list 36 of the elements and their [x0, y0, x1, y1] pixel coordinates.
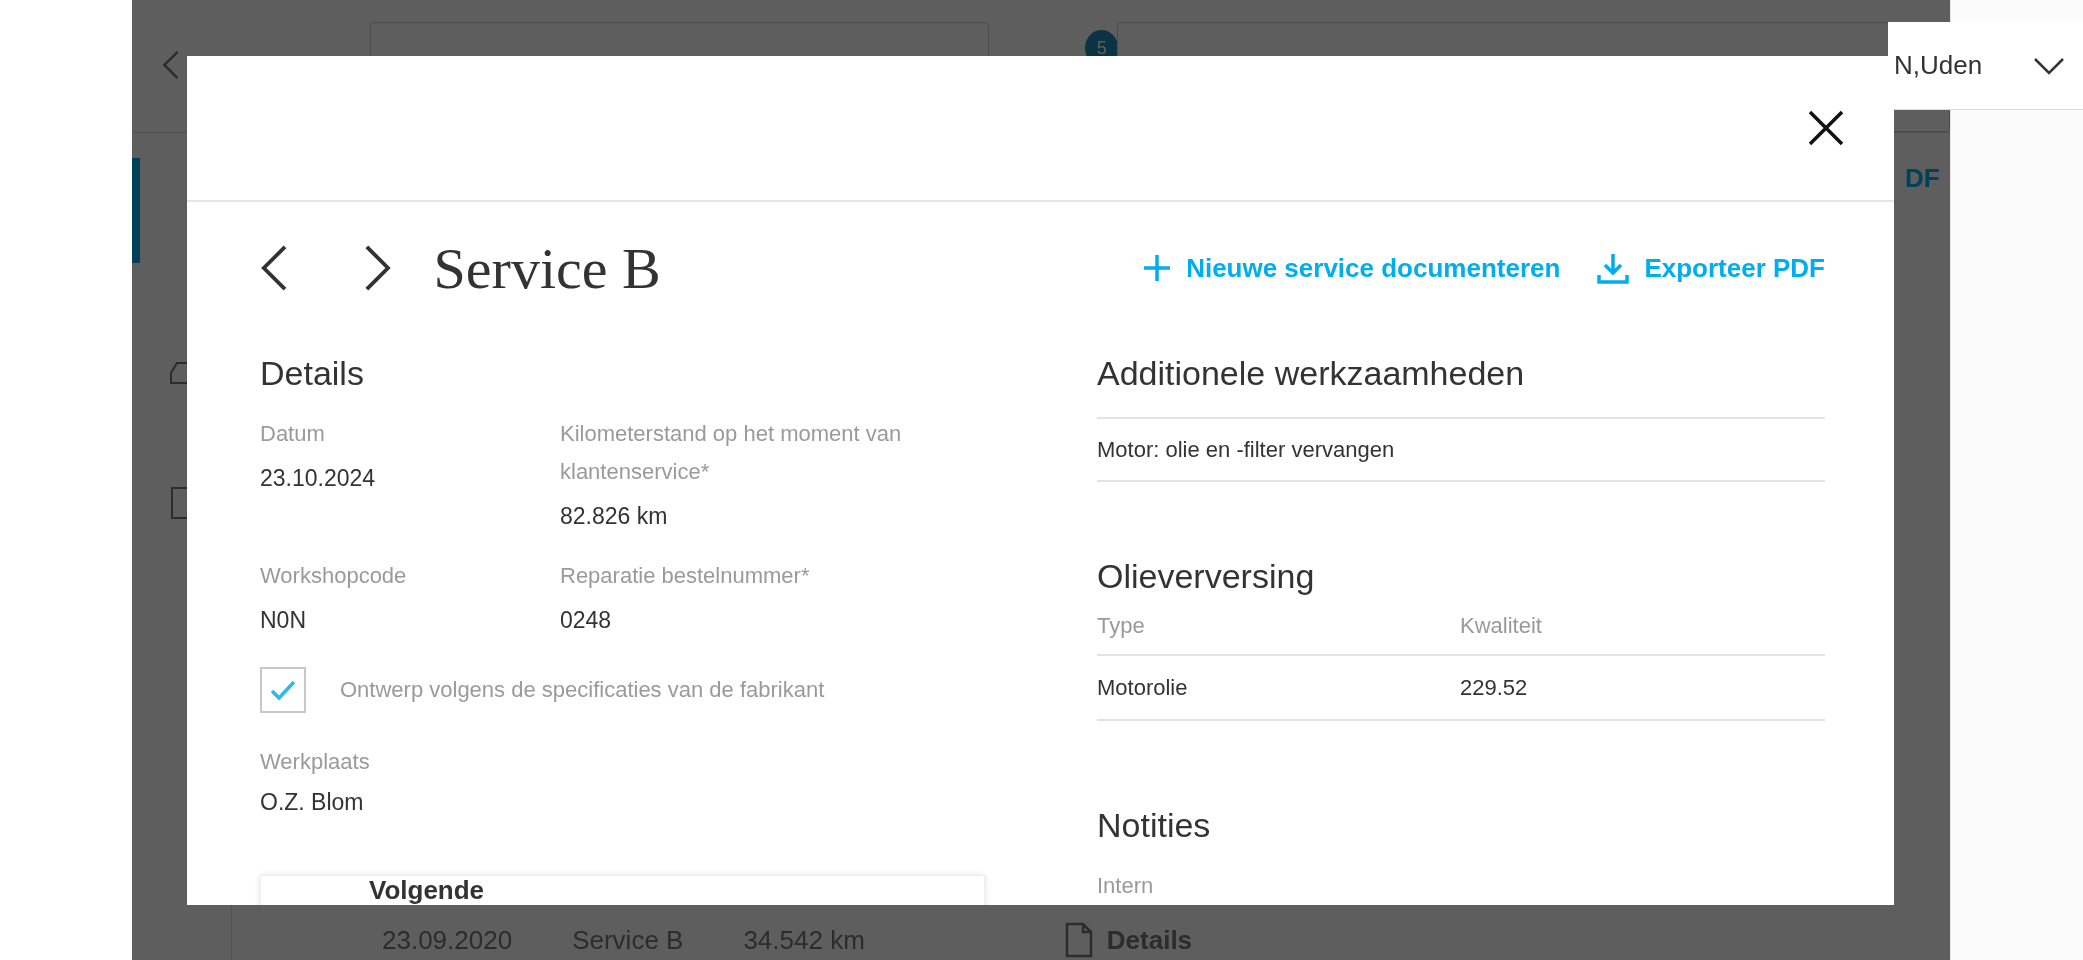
work-item: Motor: olie en -filter vervangen — [1097, 436, 1395, 463]
export-link[interactable]: DF — [1905, 163, 1940, 194]
close-icon — [1808, 110, 1844, 146]
column-header: Kwaliteit — [1460, 613, 1543, 639]
check-icon — [270, 679, 296, 701]
document-icon — [1064, 922, 1093, 958]
table-cell-text: Motorolie — [1097, 674, 1189, 701]
checkbox-label: Ontwerp volgens de specificaties van de fabrikant — [340, 677, 825, 703]
field-value: N0N — [260, 606, 307, 635]
field-label: Reparatie bestelnummer* — [560, 562, 811, 590]
field-label: Kilometerstand op het moment van klantenservice* — [560, 420, 903, 486]
section-heading: Details — [260, 353, 365, 393]
field-label: Intern — [1097, 872, 1155, 900]
close-button[interactable] — [1808, 110, 1844, 146]
column-header: Type — [1097, 613, 1146, 639]
chevron-down-icon — [2033, 55, 2065, 76]
field-label: Werkplaats — [260, 748, 371, 776]
card-title: Volgende — [369, 876, 486, 904]
section-heading: Additionele werkzaamheden — [1097, 353, 1526, 393]
new-service-link[interactable]: Nieuwe service documenteren — [1142, 251, 1561, 285]
field-value: O.Z. Blom — [260, 788, 365, 817]
location-dropdown[interactable]: N,Uden — [1888, 22, 2083, 110]
plus-icon — [1142, 253, 1173, 283]
field-value: 82.826 km — [560, 502, 669, 531]
section-heading: Notities — [1097, 805, 1212, 845]
export-pdf-link[interactable]: Exporteer PDF — [1596, 251, 1825, 285]
field-value: 0248 — [560, 606, 613, 635]
section-heading: Olieverversing — [1097, 556, 1316, 596]
checkbox[interactable] — [260, 667, 306, 713]
field-label: Workshopcode — [260, 562, 408, 590]
download-icon — [1596, 251, 1631, 285]
field-label: Datum — [260, 420, 326, 448]
dialog-title: Service B — [433, 234, 661, 302]
field-value: 23.10.2024 — [260, 464, 377, 493]
previous-icon[interactable] — [260, 244, 289, 292]
table-cell-text: 229.52 — [1460, 674, 1529, 701]
